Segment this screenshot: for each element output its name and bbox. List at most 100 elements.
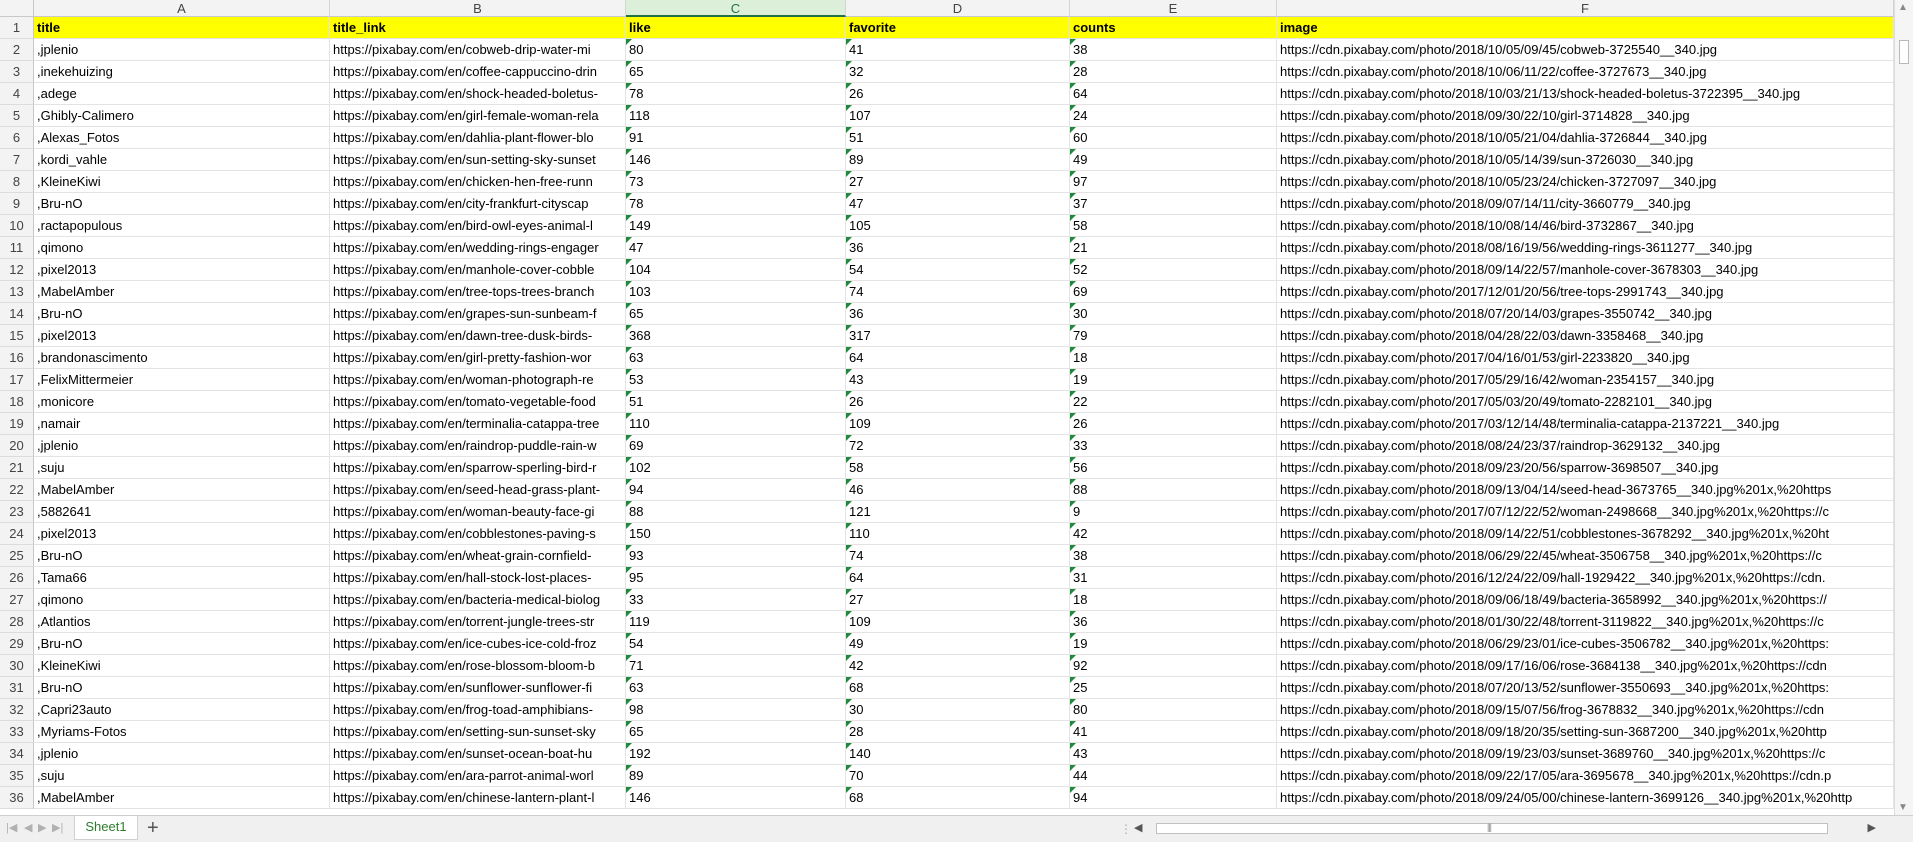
table-cell[interactable]: 94 xyxy=(1070,787,1277,809)
horizontal-scroll-thumb[interactable]: ||| xyxy=(1156,822,1828,834)
table-cell[interactable]: https://cdn.pixabay.com/photo/2018/09/15… xyxy=(1277,699,1894,721)
row-header[interactable]: 30 xyxy=(0,655,34,677)
scroll-down-arrow-icon[interactable]: ▼ xyxy=(1898,802,1908,813)
row-header[interactable]: 23 xyxy=(0,501,34,523)
table-cell[interactable]: 71 xyxy=(626,655,846,677)
table-cell[interactable]: https://pixabay.com/en/chinese-lantern-p… xyxy=(330,787,626,809)
table-cell[interactable]: 107 xyxy=(846,105,1070,127)
table-cell[interactable]: 64 xyxy=(846,347,1070,369)
vertical-scroll-thumb[interactable] xyxy=(1899,40,1909,64)
table-cell[interactable]: ,Myriams-Fotos xyxy=(34,721,330,743)
table-cell[interactable]: 30 xyxy=(1070,303,1277,325)
table-cell[interactable]: 33 xyxy=(626,589,846,611)
table-cell[interactable]: https://pixabay.com/en/rose-blossom-bloo… xyxy=(330,655,626,677)
table-cell[interactable]: https://pixabay.com/en/tree-tops-trees-b… xyxy=(330,281,626,303)
table-cell[interactable]: 63 xyxy=(626,347,846,369)
table-cell[interactable]: ,pixel2013 xyxy=(34,523,330,545)
table-cell[interactable]: 53 xyxy=(626,369,846,391)
table-cell[interactable]: 38 xyxy=(1070,545,1277,567)
table-cell[interactable]: https://pixabay.com/en/cobweb-drip-water… xyxy=(330,39,626,61)
row-header[interactable]: 15 xyxy=(0,325,34,347)
table-cell[interactable]: 64 xyxy=(846,567,1070,589)
table-cell[interactable]: https://cdn.pixabay.com/photo/2017/05/03… xyxy=(1277,391,1894,413)
table-cell[interactable]: 121 xyxy=(846,501,1070,523)
table-cell[interactable]: https://cdn.pixabay.com/photo/2018/09/19… xyxy=(1277,743,1894,765)
row-header[interactable]: 18 xyxy=(0,391,34,413)
table-cell[interactable]: https://cdn.pixabay.com/photo/2018/09/13… xyxy=(1277,479,1894,501)
table-cell[interactable]: ,MabelAmber xyxy=(34,281,330,303)
table-cell[interactable]: 104 xyxy=(626,259,846,281)
table-cell[interactable]: https://pixabay.com/en/sunflower-sunflow… xyxy=(330,677,626,699)
table-cell[interactable]: https://pixabay.com/en/woman-photograph-… xyxy=(330,369,626,391)
scroll-right-arrow-icon[interactable]: ▶ xyxy=(1868,821,1876,834)
table-cell[interactable]: ,Ghibly-Calimero xyxy=(34,105,330,127)
table-cell[interactable]: https://cdn.pixabay.com/photo/2018/06/29… xyxy=(1277,545,1894,567)
table-cell[interactable]: https://cdn.pixabay.com/photo/2018/10/05… xyxy=(1277,171,1894,193)
table-cell[interactable]: ,Bru-nO xyxy=(34,193,330,215)
row-header[interactable]: 31 xyxy=(0,677,34,699)
table-cell[interactable]: https://cdn.pixabay.com/photo/2018/09/17… xyxy=(1277,655,1894,677)
table-cell[interactable]: ,Tama66 xyxy=(34,567,330,589)
table-cell[interactable]: https://cdn.pixabay.com/photo/2018/09/07… xyxy=(1277,193,1894,215)
row-header[interactable]: 20 xyxy=(0,435,34,457)
table-cell[interactable]: ,namair xyxy=(34,413,330,435)
table-cell[interactable]: 70 xyxy=(846,765,1070,787)
table-cell[interactable]: 25 xyxy=(1070,677,1277,699)
table-cell[interactable]: 19 xyxy=(1070,633,1277,655)
table-cell[interactable]: 64 xyxy=(1070,83,1277,105)
table-cell[interactable]: 47 xyxy=(846,193,1070,215)
table-cell[interactable]: https://pixabay.com/en/hall-stock-lost-p… xyxy=(330,567,626,589)
table-cell[interactable]: 89 xyxy=(846,149,1070,171)
table-cell[interactable]: 52 xyxy=(1070,259,1277,281)
table-cell[interactable]: 26 xyxy=(846,391,1070,413)
table-cell[interactable]: 80 xyxy=(1070,699,1277,721)
table-cell[interactable]: 41 xyxy=(846,39,1070,61)
table-cell[interactable]: 54 xyxy=(846,259,1070,281)
table-cell[interactable]: ,Bru-nO xyxy=(34,633,330,655)
table-cell[interactable]: ,suju xyxy=(34,765,330,787)
row-header[interactable]: 16 xyxy=(0,347,34,369)
row-header[interactable]: 26 xyxy=(0,567,34,589)
table-cell[interactable]: ,MabelAmber xyxy=(34,479,330,501)
first-sheet-nav-icon[interactable]: |◀ xyxy=(6,821,17,834)
table-cell[interactable]: 68 xyxy=(846,787,1070,809)
table-cell[interactable]: 27 xyxy=(846,589,1070,611)
table-cell[interactable]: 65 xyxy=(626,303,846,325)
table-cell[interactable]: https://pixabay.com/en/coffee-cappuccino… xyxy=(330,61,626,83)
column-header-b[interactable]: B xyxy=(330,0,626,17)
table-cell[interactable]: 91 xyxy=(626,127,846,149)
prev-sheet-nav-icon[interactable]: ◀ xyxy=(24,821,32,834)
row-header[interactable]: 9 xyxy=(0,193,34,215)
table-cell[interactable]: ,jplenio xyxy=(34,743,330,765)
table-cell[interactable]: https://cdn.pixabay.com/photo/2017/04/16… xyxy=(1277,347,1894,369)
table-cell[interactable]: 32 xyxy=(846,61,1070,83)
table-cell[interactable]: 92 xyxy=(1070,655,1277,677)
table-cell[interactable]: https://cdn.pixabay.com/photo/2017/05/29… xyxy=(1277,369,1894,391)
row-header[interactable]: 2 xyxy=(0,39,34,61)
row-header[interactable]: 25 xyxy=(0,545,34,567)
table-cell[interactable]: https://pixabay.com/en/city-frankfurt-ci… xyxy=(330,193,626,215)
table-cell[interactable]: https://pixabay.com/en/sun-setting-sky-s… xyxy=(330,149,626,171)
table-cell[interactable]: 30 xyxy=(846,699,1070,721)
table-cell[interactable]: ,FelixMittermeier xyxy=(34,369,330,391)
row-header[interactable]: 21 xyxy=(0,457,34,479)
table-cell[interactable]: https://cdn.pixabay.com/photo/2017/03/12… xyxy=(1277,413,1894,435)
table-cell[interactable]: 41 xyxy=(1070,721,1277,743)
table-cell[interactable]: 46 xyxy=(846,479,1070,501)
table-cell[interactable]: 73 xyxy=(626,171,846,193)
table-cell[interactable]: https://cdn.pixabay.com/photo/2018/07/20… xyxy=(1277,677,1894,699)
table-cell[interactable]: 102 xyxy=(626,457,846,479)
table-cell[interactable]: 69 xyxy=(626,435,846,457)
table-cell[interactable]: 18 xyxy=(1070,347,1277,369)
row-header[interactable]: 8 xyxy=(0,171,34,193)
table-cell[interactable]: https://cdn.pixabay.com/photo/2018/01/30… xyxy=(1277,611,1894,633)
table-cell[interactable]: https://cdn.pixabay.com/photo/2018/08/16… xyxy=(1277,237,1894,259)
table-cell[interactable]: https://cdn.pixabay.com/photo/2018/10/06… xyxy=(1277,61,1894,83)
table-cell[interactable]: https://pixabay.com/en/ice-cubes-ice-col… xyxy=(330,633,626,655)
table-cell[interactable]: https://pixabay.com/en/woman-beauty-face… xyxy=(330,501,626,523)
table-cell[interactable]: https://pixabay.com/en/wheat-grain-cornf… xyxy=(330,545,626,567)
table-cell[interactable]: https://cdn.pixabay.com/photo/2018/09/22… xyxy=(1277,765,1894,787)
table-cell[interactable]: 105 xyxy=(846,215,1070,237)
table-cell[interactable]: 26 xyxy=(846,83,1070,105)
table-cell[interactable]: 36 xyxy=(1070,611,1277,633)
